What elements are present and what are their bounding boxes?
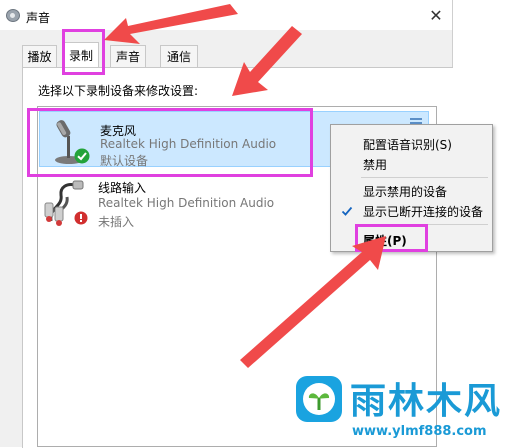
unplugged-icon	[74, 211, 88, 225]
watermark-title: 雨林木风	[350, 381, 503, 422]
watermark-logo-icon	[296, 376, 342, 422]
checkmark-icon	[341, 206, 353, 216]
tab-playback[interactable]: 播放	[22, 45, 57, 67]
highlight-microphone-row	[27, 108, 313, 177]
highlight-properties-item	[355, 224, 428, 252]
window-title: 声音	[26, 11, 51, 25]
tab-sounds[interactable]: 声音	[110, 45, 146, 67]
title-bar: 声音 ✕	[0, 0, 452, 30]
menu-separator	[361, 177, 488, 178]
close-button[interactable]: ✕	[424, 6, 448, 26]
speaker-icon	[6, 9, 20, 22]
menu-item-configure-speech[interactable]: 配置语音识别(S)	[363, 136, 452, 153]
menu-item-show-disabled[interactable]: 显示禁用的设备	[363, 183, 447, 200]
menu-item-disable[interactable]: 禁用	[363, 156, 387, 173]
tab-communications[interactable]: 通信	[160, 45, 198, 67]
device-status: 未插入	[98, 215, 135, 229]
menu-item-show-disconnected[interactable]: 显示已断开连接的设备	[363, 203, 483, 220]
highlight-recording-tab	[62, 29, 105, 75]
watermark: 雨林木风 www.ylmf888.com	[292, 372, 510, 447]
device-name: 线路输入	[98, 181, 147, 195]
device-driver: Realtek High Definition Audio	[98, 196, 275, 210]
watermark-url: www.ylmf888.com	[352, 424, 487, 439]
instruction-text: 选择以下录制设备来修改设置:	[38, 84, 199, 98]
